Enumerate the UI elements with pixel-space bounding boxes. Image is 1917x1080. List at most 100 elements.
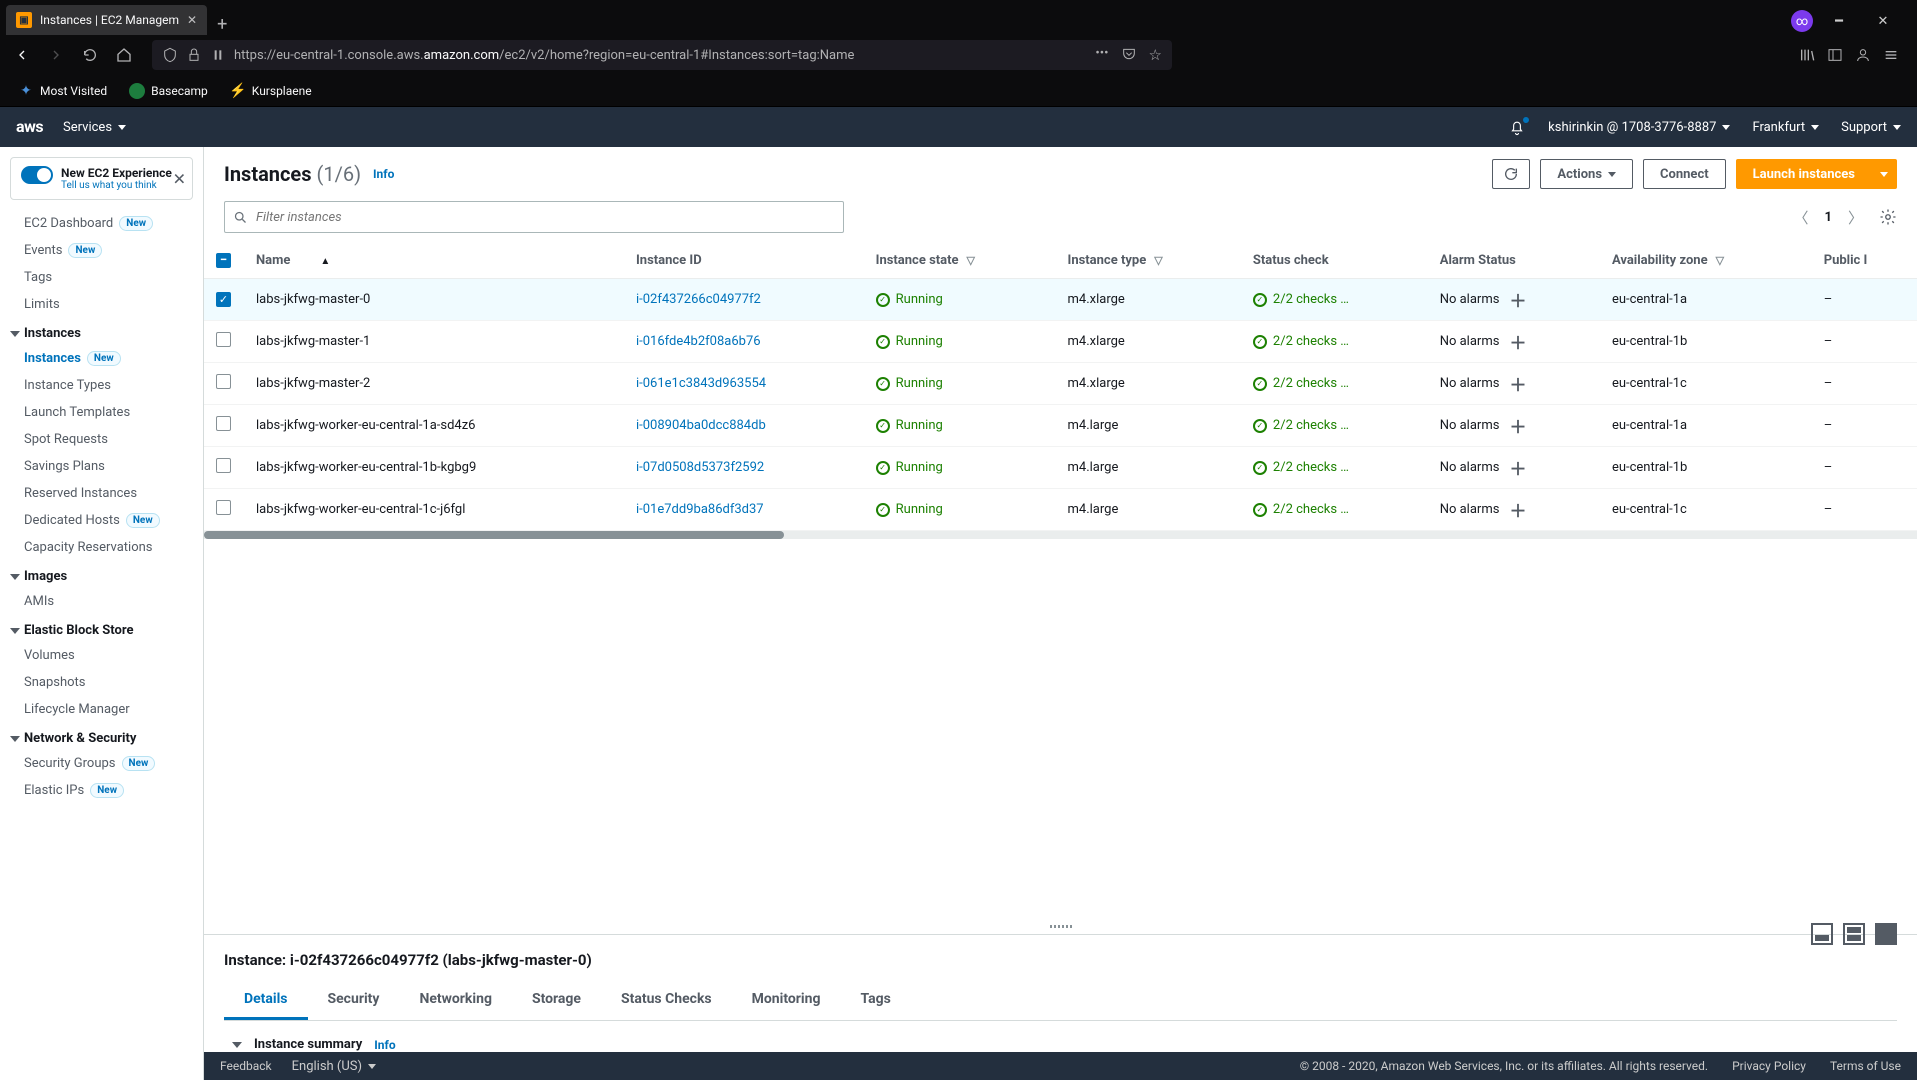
sidebar-item[interactable]: Launch Templates (0, 399, 203, 426)
table-row[interactable]: labs-jkfwg-worker-eu-central-1a-sd4z6i-0… (204, 405, 1917, 447)
services-menu[interactable]: Services (63, 120, 126, 135)
bookmark-star-icon[interactable]: ☆ (1149, 46, 1162, 64)
instance-id-link[interactable]: i-02f437266c04977f2 (636, 292, 761, 307)
terms-link[interactable]: Terms of Use (1830, 1059, 1901, 1073)
region-menu[interactable]: Frankfurt (1752, 120, 1819, 135)
filter-instances-field[interactable] (256, 210, 835, 225)
sidebar-item[interactable]: Events New (0, 237, 203, 264)
details-tab[interactable]: Networking (399, 981, 512, 1020)
sidebar-section-header[interactable]: Elastic Block Store (0, 615, 203, 642)
sidebar-item[interactable]: Limits (0, 291, 203, 318)
bookmark-basecamp[interactable]: Basecamp (121, 79, 216, 103)
launch-instances-dropdown[interactable] (1872, 159, 1897, 189)
menu-icon[interactable] (1883, 47, 1899, 63)
info-link[interactable]: Info (373, 167, 394, 181)
sidebar-item[interactable]: AMIs (0, 588, 203, 615)
add-alarm-button[interactable]: ＋ (1509, 497, 1526, 522)
close-window-icon[interactable]: ✕ (1865, 7, 1901, 35)
browser-tab[interactable]: ▣ Instances | EC2 Managem ✕ (6, 5, 207, 35)
launch-instances-button[interactable]: Launch instances (1736, 159, 1872, 189)
details-tab[interactable]: Tags (840, 981, 910, 1020)
firefox-account-icon[interactable]: ∞ (1791, 10, 1813, 32)
sidebar-item[interactable]: Volumes (0, 642, 203, 669)
column-header[interactable]: − (204, 243, 244, 279)
account-menu[interactable]: kshirinkin @ 1708-3776-8887 (1548, 120, 1730, 135)
add-alarm-button[interactable]: ＋ (1509, 371, 1526, 396)
new-tab-button[interactable]: + (207, 14, 237, 35)
column-header[interactable]: Public I (1812, 243, 1917, 279)
aws-logo[interactable]: aws (16, 119, 43, 135)
prev-page-button[interactable]: 〈 (1794, 207, 1809, 228)
add-alarm-button[interactable]: ＋ (1509, 455, 1526, 480)
minimize-icon[interactable]: ━ (1821, 7, 1857, 35)
sidebar-item[interactable]: Lifecycle Manager (0, 696, 203, 723)
filter-instances-input[interactable] (224, 201, 844, 233)
sidebar-item[interactable]: EC2 Dashboard New (0, 210, 203, 237)
table-row[interactable]: labs-jkfwg-worker-eu-central-1c-j6fgli-0… (204, 489, 1917, 531)
add-alarm-button[interactable]: ＋ (1509, 413, 1526, 438)
forward-button[interactable] (42, 41, 70, 69)
column-header[interactable]: Name▲ (244, 243, 624, 279)
instance-id-link[interactable]: i-01e7dd9ba86df3d37 (636, 502, 764, 517)
sidebar-item[interactable]: Spot Requests (0, 426, 203, 453)
sidebar-section-header[interactable]: Network & Security (0, 723, 203, 750)
notifications-button[interactable] (1508, 118, 1526, 136)
sidebar-item[interactable]: Savings Plans (0, 453, 203, 480)
close-icon[interactable]: ✕ (187, 13, 197, 27)
back-button[interactable] (8, 41, 36, 69)
language-menu[interactable]: English (US) (292, 1059, 376, 1074)
select-all-checkbox[interactable]: − (216, 253, 231, 268)
details-tab[interactable]: Security (308, 981, 400, 1020)
row-checkbox[interactable]: ✓ (216, 292, 231, 307)
column-header[interactable]: Status check (1241, 243, 1428, 279)
sidebar-item[interactable]: Security Groups New (0, 750, 203, 777)
row-checkbox[interactable] (216, 332, 231, 347)
column-header[interactable]: Alarm Status (1428, 243, 1600, 279)
filter-icon[interactable]: ▽ (1154, 254, 1162, 267)
add-alarm-button[interactable]: ＋ (1509, 287, 1526, 312)
pocket-icon[interactable] (1121, 46, 1137, 62)
row-checkbox[interactable] (216, 458, 231, 473)
bookmark-kursplaene[interactable]: ⚡Kursplaene (222, 79, 320, 103)
next-page-button[interactable]: 〉 (1848, 207, 1863, 228)
info-link[interactable]: Info (374, 1038, 395, 1052)
library-icon[interactable] (1799, 47, 1815, 63)
caret-down-icon[interactable] (232, 1042, 242, 1048)
sidebar-item[interactable]: Capacity Reservations (0, 534, 203, 561)
column-header[interactable]: Availability zone▽ (1600, 243, 1812, 279)
settings-button[interactable] (1879, 208, 1897, 226)
url-bar[interactable]: https://eu-central-1.console.aws.amazon.… (152, 40, 1172, 70)
sidebar-section-header[interactable]: Images (0, 561, 203, 588)
close-icon[interactable]: ✕ (173, 169, 186, 188)
refresh-button[interactable] (1492, 159, 1530, 189)
column-header[interactable]: Instance state▽ (864, 243, 1056, 279)
details-tab[interactable]: Details (224, 981, 308, 1020)
privacy-link[interactable]: Privacy Policy (1732, 1059, 1806, 1073)
sidebar-item[interactable]: Tags (0, 264, 203, 291)
new-experience-feedback-link[interactable]: Tell us what you think (61, 180, 172, 191)
support-menu[interactable]: Support (1841, 120, 1901, 135)
row-checkbox[interactable] (216, 416, 231, 431)
profile-icon[interactable] (1855, 47, 1871, 63)
details-tab[interactable]: Status Checks (601, 981, 732, 1020)
sidebar-item[interactable]: Snapshots (0, 669, 203, 696)
layout-bottom-button[interactable] (1811, 923, 1833, 945)
reload-button[interactable] (76, 41, 104, 69)
sidebar-icon[interactable] (1827, 47, 1843, 63)
table-row[interactable]: ✓labs-jkfwg-master-0i-02f437266c04977f2R… (204, 279, 1917, 321)
horizontal-scrollbar[interactable] (204, 531, 1917, 539)
sidebar-item[interactable]: Elastic IPs New (0, 777, 203, 804)
instance-id-link[interactable]: i-061e1c3843d963554 (636, 376, 766, 391)
sidebar-section-header[interactable]: Instances (0, 318, 203, 345)
connect-button[interactable]: Connect (1643, 159, 1726, 189)
instance-id-link[interactable]: i-016fde4b2f08a6b76 (636, 334, 761, 349)
actions-button[interactable]: Actions (1540, 159, 1633, 189)
row-checkbox[interactable] (216, 374, 231, 389)
table-row[interactable]: labs-jkfwg-master-2i-061e1c3843d963554Ru… (204, 363, 1917, 405)
instance-id-link[interactable]: i-008904ba0dcc884db (636, 418, 766, 433)
instance-id-link[interactable]: i-07d0508d5373f2592 (636, 460, 764, 475)
add-alarm-button[interactable]: ＋ (1509, 329, 1526, 354)
column-header[interactable]: Instance type▽ (1056, 243, 1241, 279)
home-button[interactable] (110, 41, 138, 69)
split-handle[interactable] (204, 918, 1917, 934)
